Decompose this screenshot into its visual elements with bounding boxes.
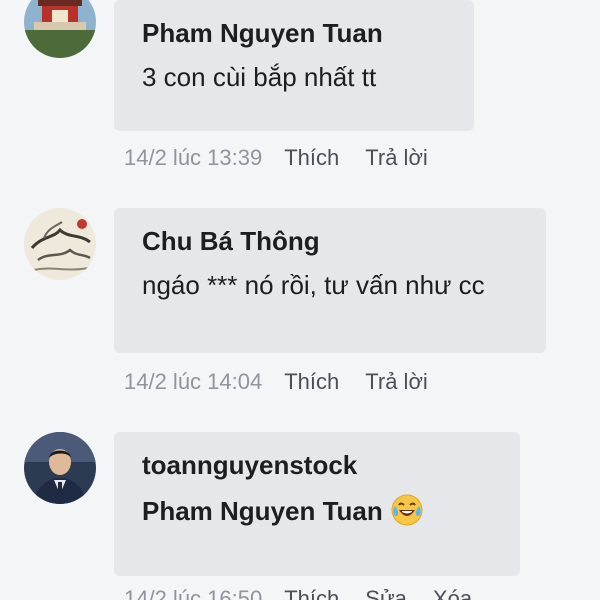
reply-button[interactable]: Trả lời: [365, 369, 428, 394]
like-button[interactable]: Thích: [284, 145, 339, 170]
comment-meta: 14/2 lúc 16:50 Thích Sửa Xóa: [124, 586, 498, 600]
like-button[interactable]: Thích: [284, 586, 339, 600]
edit-button[interactable]: Sửa: [365, 586, 407, 600]
comment-author[interactable]: toannguyenstock: [142, 450, 492, 480]
comment-bubble: Chu Bá Thông ngáo *** nó rồi, tư vấn như…: [114, 208, 546, 353]
comment-timestamp[interactable]: 14/2 lúc 16:50: [124, 586, 262, 600]
comment-timestamp[interactable]: 14/2 lúc 13:39: [124, 145, 262, 170]
like-button[interactable]: Thích: [284, 369, 339, 394]
mention-link[interactable]: Pham Nguyen Tuan: [142, 496, 383, 526]
man-in-suit-avatar: [24, 432, 96, 504]
comment-bubble: toannguyenstock Pham Nguyen Tuan: [114, 432, 520, 576]
comment-thread: Pham Nguyen Tuan 3 con cùi bắp nhất tt 1…: [0, 0, 600, 600]
avatar[interactable]: [24, 432, 96, 504]
comment-timestamp[interactable]: 14/2 lúc 14:04: [124, 369, 262, 394]
comment-author[interactable]: Pham Nguyen Tuan: [142, 18, 446, 48]
comment-text: 3 con cùi bắp nhất tt: [142, 62, 377, 92]
ink-painting-avatar: [24, 208, 96, 280]
delete-button[interactable]: Xóa: [433, 586, 472, 600]
avatar[interactable]: [24, 0, 96, 58]
comment-text: ngáo *** nó rồi, tư vấn như cc: [142, 270, 485, 300]
comment-meta: 14/2 lúc 13:39 Thích Trả lời: [124, 145, 454, 171]
comment-meta: 14/2 lúc 14:04 Thích Trả lời: [124, 369, 454, 395]
avatar[interactable]: [24, 208, 96, 280]
reply-button[interactable]: Trả lời: [365, 145, 428, 170]
comment-text: Pham Nguyen Tuan: [142, 494, 492, 532]
comment-bubble: Pham Nguyen Tuan 3 con cùi bắp nhất tt: [114, 0, 474, 131]
comment-author[interactable]: Chu Bá Thông: [142, 226, 518, 256]
laughing-tears-emoji: [391, 494, 423, 532]
temple-photo-avatar: [24, 0, 96, 58]
